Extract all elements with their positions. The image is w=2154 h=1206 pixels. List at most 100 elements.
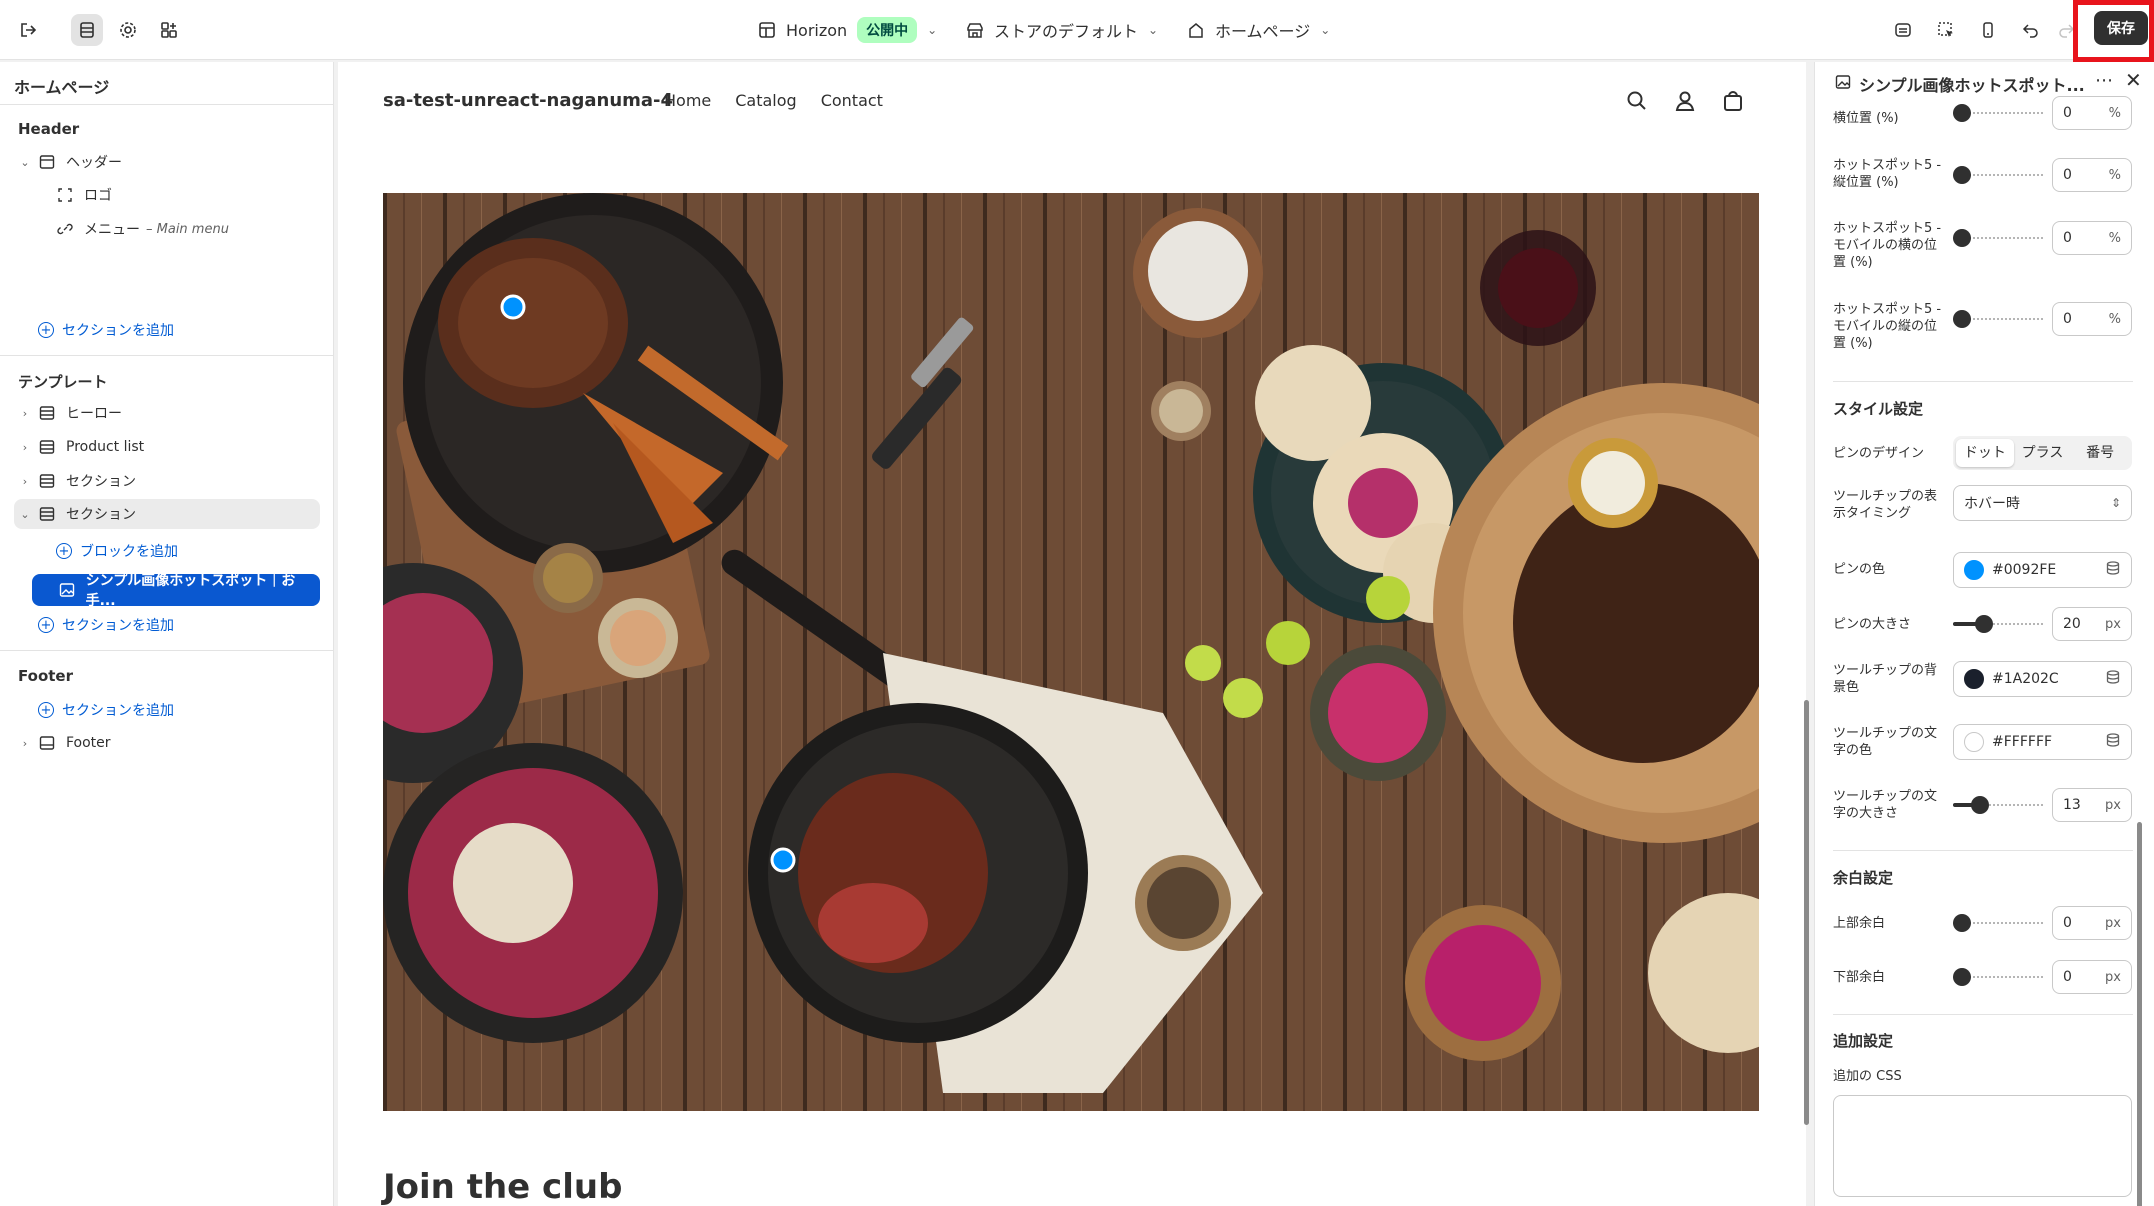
field-slider[interactable] (1953, 166, 2043, 184)
undo-icon[interactable] (2015, 14, 2047, 46)
select-cursor-icon[interactable] (1930, 14, 1962, 46)
template-item-section-expanded[interactable]: ⌄ セクション (14, 499, 320, 529)
tooltip-text-size-input[interactable]: 13 px (2052, 788, 2132, 822)
header-section-item[interactable]: ⌄ ヘッダー (18, 147, 318, 177)
add-section-header-link[interactable]: + セクションを追加 (38, 315, 298, 345)
add-section-label: セクションを追加 (62, 323, 174, 339)
chevron-down-icon: ⌄ (927, 23, 938, 37)
section-icon (38, 472, 56, 490)
add-block-link[interactable]: + ブロックを追加 (56, 536, 316, 566)
template-item-hero[interactable]: › ヒーロー (18, 398, 318, 428)
account-icon[interactable] (1672, 88, 1698, 118)
tooltip-text-color-field[interactable]: #FFFFFF (1953, 724, 2132, 760)
divider (0, 104, 334, 105)
field-number-input[interactable]: 0% (2052, 221, 2132, 255)
slider-knob[interactable] (1953, 229, 1971, 247)
plus-circle-icon: + (38, 322, 54, 338)
pin-color-field[interactable]: #0092FE (1953, 552, 2132, 588)
pin-design-dot[interactable]: ドット (1956, 439, 2014, 467)
menu-block-item[interactable]: メニュー – Main menu (56, 214, 316, 244)
sidebar-title: ホームページ (14, 78, 110, 97)
footer-section-item[interactable]: › Footer (18, 728, 318, 758)
tooltip-bg-swatch[interactable] (1964, 669, 1984, 689)
cart-icon[interactable] (1720, 88, 1746, 118)
hotspot-pin-2[interactable] (770, 847, 796, 873)
field-slider[interactable] (1953, 229, 2043, 247)
tooltip-timing-select[interactable]: ホバー時 ⇕ (1953, 485, 2132, 521)
slider-knob[interactable] (1953, 166, 1971, 184)
chevron-right-icon: › (22, 474, 28, 488)
sections-icon[interactable] (71, 14, 103, 46)
slider-knob[interactable] (1953, 104, 1971, 122)
slider-knob[interactable] (1975, 615, 1993, 633)
inspector-icon[interactable] (1887, 14, 1919, 46)
gear-icon[interactable] (112, 14, 144, 46)
field-number-input[interactable]: 0% (2052, 158, 2132, 192)
search-icon[interactable] (1624, 88, 1650, 118)
pin-color-label: ピンの色 (1833, 562, 1886, 577)
extra-css-textarea[interactable] (1833, 1095, 2132, 1197)
slider-knob[interactable] (1953, 310, 1971, 328)
tooltip-text-color-value: #FFFFFF (1992, 734, 2053, 750)
tooltip-bg-field[interactable]: #1A202C (1953, 661, 2132, 697)
page-selector[interactable]: ホームページ ⌄ (1187, 14, 1330, 46)
panel-scrollbar[interactable] (2137, 822, 2142, 1206)
pin-design-number[interactable]: 番号 (2071, 439, 2129, 467)
mobile-icon[interactable] (1972, 14, 2004, 46)
field-slider[interactable] (1953, 310, 2043, 328)
apps-icon[interactable] (153, 14, 185, 46)
slider-knob[interactable] (1953, 968, 1971, 986)
field-slider[interactable] (1953, 104, 2043, 122)
tooltip-timing-value: ホバー時 (1964, 496, 2020, 512)
preview-scrollbar[interactable] (1804, 700, 1809, 1125)
add-section-footer-link[interactable]: + セクションを追加 (38, 695, 298, 725)
store-icon (967, 23, 983, 38)
tooltip-bg-label: ツールチップの背景色 (1833, 663, 1938, 695)
exit-icon[interactable] (12, 14, 44, 46)
nav-home[interactable]: Home (664, 91, 711, 110)
add-section-template-link[interactable]: + セクションを追加 (38, 610, 298, 640)
theme-selector[interactable]: Horizon 公開中 ⌄ (758, 14, 937, 46)
layout-icon (759, 22, 775, 38)
database-icon[interactable] (2105, 669, 2121, 689)
top-margin-slider[interactable] (1953, 914, 2043, 932)
join-heading: Join the club (383, 1167, 623, 1206)
add-block-label: ブロックを追加 (80, 544, 178, 560)
header-group-label: Header (18, 120, 80, 138)
selected-hotspot-block[interactable]: シンプル画像ホットスポット｜お手... (32, 573, 320, 609)
field-number-input[interactable]: 0% (2052, 96, 2132, 130)
bottom-margin-input[interactable]: 0 px (2052, 960, 2132, 994)
logo-block-item[interactable]: ロゴ (56, 180, 316, 210)
slider-knob[interactable] (1953, 914, 1971, 932)
tooltip-text-color-swatch[interactable] (1964, 732, 1984, 752)
field-number-input[interactable]: 0% (2052, 302, 2132, 336)
top-bar: Horizon 公開中 ⌄ ストアのデフォルト ⌄ ホームページ ⌄ 保存 (0, 0, 2154, 62)
slider-knob[interactable] (1971, 796, 1989, 814)
pin-size-input[interactable]: 20 px (2052, 607, 2132, 641)
pin-color-swatch[interactable] (1964, 560, 1984, 580)
field-label: ホットスポット5 - 縦位置 (%) (1833, 158, 1942, 190)
store-name[interactable]: sa-test-unreact-naganuma-4 (383, 90, 673, 111)
tooltip-text-size-slider[interactable] (1953, 796, 2043, 814)
pin-size-label: ピンの大きさ (1833, 617, 1912, 632)
sidebar: ホームページ Header ⌄ ヘッダー ロゴ メニュー – Main menu… (0, 62, 334, 1206)
more-icon[interactable]: ⋯ (2095, 70, 2113, 91)
pin-design-plus[interactable]: プラス (2014, 439, 2072, 467)
template-item-product-list[interactable]: › Product list (18, 432, 318, 462)
bottom-margin-slider[interactable] (1953, 968, 2043, 986)
selected-block-label: シンプル画像ホットスポット｜お手... (85, 573, 296, 609)
nav-contact[interactable]: Contact (821, 91, 883, 110)
pin-size-slider[interactable] (1953, 615, 2043, 633)
database-icon[interactable] (2105, 732, 2121, 752)
nav-catalog[interactable]: Catalog (735, 91, 796, 110)
top-margin-input[interactable]: 0 px (2052, 906, 2132, 940)
select-arrows-icon: ⇕ (2110, 496, 2121, 510)
field-label: ホットスポット5 - モバイルの横の位置 (%) (1833, 221, 1942, 270)
hotspot-pin-1[interactable] (500, 294, 526, 320)
store-header-icons (1624, 88, 1746, 118)
database-icon[interactable] (2105, 560, 2121, 580)
template-item-section[interactable]: › セクション (18, 466, 318, 496)
footer-section-label: Footer (66, 735, 111, 751)
store-default-selector[interactable]: ストアのデフォルト ⌄ (966, 14, 1158, 46)
close-icon[interactable]: ✕ (2125, 68, 2142, 92)
